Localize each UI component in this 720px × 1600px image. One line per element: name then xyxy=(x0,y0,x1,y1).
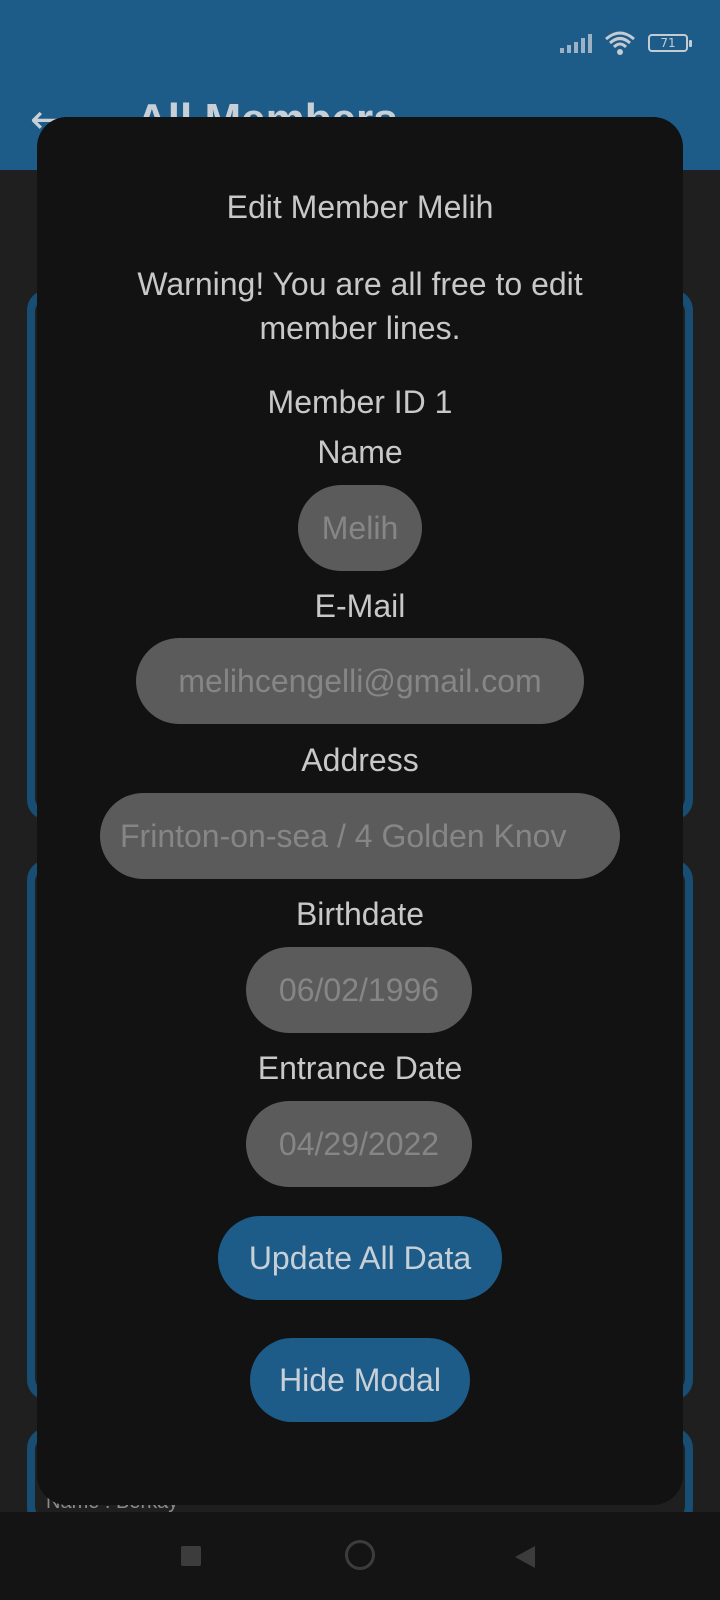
recents-square-icon[interactable] xyxy=(181,1546,201,1566)
update-all-data-button[interactable]: Update All Data xyxy=(218,1216,502,1300)
signal-icon xyxy=(560,33,592,53)
entrance-date-label: Entrance Date xyxy=(257,1050,463,1086)
entrance-date-input[interactable]: 04/29/2022 xyxy=(246,1101,472,1187)
member-id-label: Member ID 1 xyxy=(267,384,453,420)
battery-level: 71 xyxy=(660,36,676,50)
status-bar: 71 xyxy=(0,0,720,90)
email-input[interactable]: melihcengelli@gmail.com xyxy=(136,638,584,724)
battery-icon: 71 xyxy=(648,34,692,52)
name-label: Name xyxy=(317,434,403,470)
warning-text: Warning! You are all free to edit member… xyxy=(137,266,583,346)
birthdate-input[interactable]: 06/02/1996 xyxy=(246,947,472,1033)
address-input[interactable]: Frinton-on-sea / 4 Golden Knov xyxy=(100,793,620,879)
back-triangle-icon[interactable] xyxy=(515,1546,535,1568)
name-input[interactable]: Melih xyxy=(298,485,422,571)
email-label: E-Mail xyxy=(314,588,406,624)
hide-modal-button[interactable]: Hide Modal xyxy=(250,1338,470,1422)
wifi-icon xyxy=(605,31,635,55)
status-icons: 71 xyxy=(560,30,692,56)
system-nav-bar xyxy=(0,1512,720,1600)
birthdate-label: Birthdate xyxy=(295,896,425,932)
address-label: Address xyxy=(301,742,419,778)
modal-title: Edit Member Melih xyxy=(226,189,494,225)
home-circle-icon[interactable] xyxy=(345,1540,375,1570)
